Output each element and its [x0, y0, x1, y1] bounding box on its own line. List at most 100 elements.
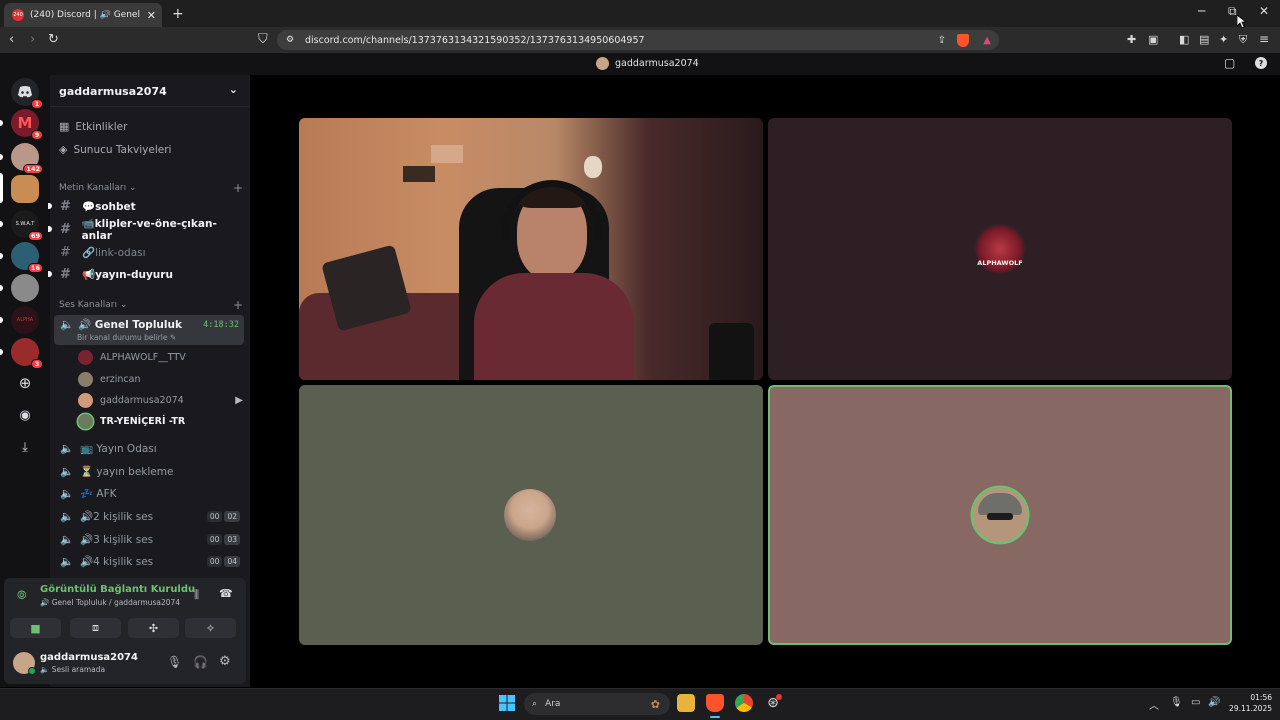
channel-link-odasi[interactable]: # 🔗link-odası [58, 242, 244, 262]
network-icon[interactable]: ▭ [1191, 697, 1200, 708]
active-voice-channel[interactable]: 🔈 🔊 Genel Topluluk 4:18:32 Bir kanal dur… [54, 315, 244, 345]
minimize-icon[interactable]: ─ [1198, 4, 1205, 18]
server-icon-m[interactable]: M 9 [11, 109, 43, 140]
channel-yayin-duyuru[interactable]: # 📢yayın-duyuru [48, 264, 244, 284]
voice-category[interactable]: Ses Kanalları ⌄ + [59, 298, 243, 312]
add-channel-icon[interactable]: + [233, 298, 243, 312]
menu-icon[interactable]: ≡ [1259, 32, 1269, 47]
server-icon-6[interactable] [11, 274, 39, 302]
reload-icon[interactable]: ↻ [48, 32, 59, 47]
wallet-icon[interactable]: ▤ [1199, 32, 1209, 47]
voice-status[interactable]: Görüntülü Bağlantı Kuruldu [40, 584, 195, 595]
person-hoodie [474, 273, 634, 380]
channel-sohbet[interactable]: # 💬sohbet [48, 196, 244, 216]
screen-share-button[interactable]: ⧈ [70, 618, 121, 638]
pencil-icon[interactable]: ✎ [170, 333, 176, 342]
voice-channel[interactable]: 🔈 🔊3 kişilik ses 00 03 [58, 529, 244, 549]
speaker-icon: 🔈 [60, 464, 74, 478]
user-name[interactable]: gaddarmusa2074 [40, 652, 138, 663]
signal-icon[interactable]: ⦾ [17, 588, 27, 603]
voice-location[interactable]: 🔊 Genel Topluluk / gaddarmusa2074 [40, 598, 180, 607]
bookmark-icon[interactable]: ⛉ [258, 32, 268, 47]
video-tile-camera[interactable] [299, 118, 763, 380]
server-icon-8[interactable]: 3 [11, 338, 43, 369]
channel-klipler[interactable]: # 📹klipler-ve-öne-çıkan-anlar [48, 218, 244, 242]
user-limit: 00 03 [206, 533, 240, 545]
share-icon[interactable]: ⇪ [938, 35, 946, 46]
volume-icon[interactable]: 🔊 [1208, 697, 1220, 708]
add-server-icon[interactable]: ⊕ [11, 369, 39, 397]
avatar[interactable] [13, 652, 36, 675]
text-category[interactable]: Metin Kanalları ⌄ + [59, 181, 243, 195]
noise-suppression-icon[interactable]: ⫼ [194, 588, 199, 602]
clock[interactable]: 01:56 29.11.2025 [1222, 692, 1272, 714]
unread-badge: 9 [31, 130, 43, 140]
voice-user[interactable]: ALPHAWOLF__TTV [78, 347, 243, 367]
url-text: discord.com/channels/1373763134321590352… [305, 34, 645, 46]
back-icon[interactable]: ‹ [9, 32, 14, 47]
voice-channel[interactable]: 🔈 ⏳ yayın bekleme [58, 461, 244, 481]
browser-tab[interactable]: 240 (240) Discord | 🔊 Genel Topluluk ✕ [4, 3, 162, 27]
leo-ai-icon[interactable]: ✦ [1219, 32, 1228, 47]
chrome-icon[interactable] [735, 694, 753, 712]
discover-icon[interactable]: ◉ [11, 401, 39, 429]
voice-channel[interactable]: 🔈 📺 Yayın Odası [58, 438, 244, 458]
soundboard-button[interactable]: ✧ [185, 618, 236, 638]
microphone-icon[interactable]: 🎙 [1170, 697, 1183, 708]
voice-user[interactable]: TR-YENİÇERİ -TR [78, 411, 243, 431]
brave-rewards-icon[interactable]: ▲ [983, 35, 991, 46]
voice-channel[interactable]: 🔈 💤 AFK [58, 483, 244, 503]
channel-status[interactable]: Bir kanal durumu belirle ✎ [77, 333, 176, 342]
events-label: Etkinlikler [75, 120, 128, 133]
server-icon-2[interactable]: 142 [11, 143, 43, 174]
server-icon-3[interactable] [11, 175, 39, 203]
brave-browser-icon[interactable] [706, 694, 724, 712]
vpn-shield-icon[interactable]: ⛨ [1239, 32, 1247, 47]
server-boosts-link[interactable]: ◈ Sunucu Takviyeleri [59, 143, 171, 156]
headphones-icon[interactable]: 🎧 [193, 655, 208, 669]
video-tile-speaking[interactable] [768, 385, 1232, 645]
disconnect-icon[interactable]: ☎ [219, 587, 233, 600]
settings-icon[interactable]: ⚙ [219, 654, 231, 669]
direct-messages-button[interactable]: 1 [11, 78, 43, 109]
voice-channel[interactable]: 🔈 🔊4 kişilik ses 00 04 [58, 551, 244, 571]
video-tile-erzincan[interactable] [299, 385, 763, 645]
download-icon[interactable]: ⤓ [11, 433, 39, 461]
help-icon[interactable]: ? [1255, 57, 1267, 69]
hash-icon: # [60, 198, 71, 214]
file-explorer-icon[interactable] [677, 694, 695, 712]
camera-button[interactable]: ■ [10, 618, 61, 638]
call-timer: 4:18:32 [203, 320, 239, 330]
tab-manager-icon[interactable]: ▣ [1148, 32, 1158, 47]
events-link[interactable]: ▦ Etkinlikler [59, 120, 127, 133]
voice-channel[interactable]: 🔈 🔊2 kişilik ses 00 02 [58, 506, 244, 526]
inbox-icon[interactable]: ▢ [1224, 56, 1235, 70]
show-hidden-icons[interactable]: ︿ [1149, 697, 1159, 712]
sidebar-toggle-icon[interactable]: ◧ [1179, 32, 1189, 47]
microphone-icon[interactable]: 🎙 [167, 655, 182, 669]
forward-icon[interactable]: › [30, 32, 35, 47]
video-tile-alphawolf[interactable]: ALPHAWOLF [768, 118, 1232, 380]
voice-user[interactable]: gaddarmusa2074 ▶ [78, 390, 243, 410]
server-icon-5[interactable]: 16 [11, 242, 43, 273]
skull-decoration [584, 156, 602, 178]
close-tab-icon[interactable]: ✕ [147, 9, 156, 22]
server-header[interactable]: gaddarmusa2074 ⌄ [50, 75, 250, 107]
new-tab-icon[interactable]: + [172, 6, 184, 22]
activities-button[interactable]: ✣ [128, 618, 179, 638]
steam-icon[interactable]: ⊛ [764, 694, 782, 712]
server-icon-alphawolf[interactable]: ALPHA [11, 306, 39, 334]
taskbar-search[interactable]: ⌕ Ara ✿ [524, 693, 670, 715]
close-window-icon[interactable]: ✕ [1259, 4, 1269, 18]
site-info-icon[interactable]: ⚙ [286, 35, 294, 45]
windows-start-icon[interactable] [498, 694, 516, 712]
extensions-icon[interactable]: ✚ [1127, 32, 1136, 47]
server-icon-swat[interactable]: S.W.A.T 69 [11, 210, 43, 241]
channel-status-label: Bir kanal durumu belirle [77, 333, 168, 342]
address-bar[interactable]: ⚙ discord.com/channels/13737631343215903… [277, 30, 999, 50]
brave-shields-icon[interactable] [957, 33, 969, 47]
restore-icon[interactable]: ⧉ [1228, 4, 1237, 19]
add-channel-icon[interactable]: + [233, 181, 243, 195]
search-highlight-icon: ✿ [650, 697, 660, 711]
voice-user[interactable]: erzincan [78, 369, 243, 389]
